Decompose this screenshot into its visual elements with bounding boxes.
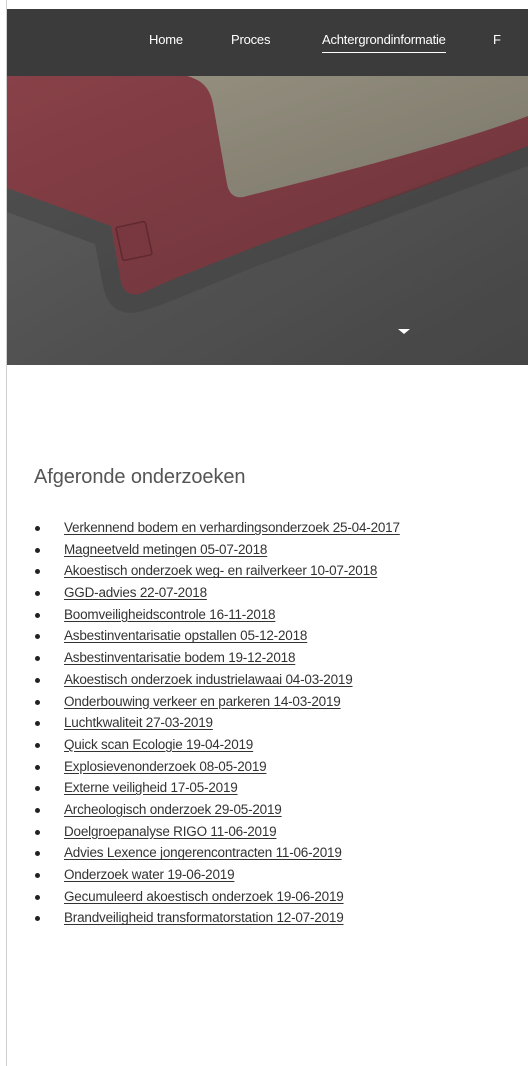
bullet-icon bbox=[35, 916, 40, 922]
report-link[interactable]: Externe veiligheid 17-05-2019 bbox=[64, 780, 238, 795]
nav-item-achtergrondinformatie[interactable]: Achtergrondinformatie bbox=[322, 32, 446, 53]
list-item: Magneetveld metingen 05-07-2018 bbox=[32, 539, 400, 561]
section-title: Afgeronde onderzoeken bbox=[34, 466, 246, 488]
bullet-icon bbox=[35, 591, 40, 597]
report-link[interactable]: Magneetveld metingen 05-07-2018 bbox=[64, 542, 267, 557]
bullet-icon bbox=[35, 699, 40, 705]
report-link[interactable]: Explosievenonderzoek 08-05-2019 bbox=[64, 759, 267, 774]
bullet-icon bbox=[35, 742, 40, 748]
report-link[interactable]: GGD-advies 22-07-2018 bbox=[64, 585, 207, 600]
report-link[interactable]: Akoestisch onderzoek industrielawaai 04-… bbox=[64, 672, 353, 687]
bullet-icon bbox=[35, 634, 40, 640]
bullet-icon bbox=[35, 526, 40, 531]
list-item: Verkennend bodem en verhardingsonderzoek… bbox=[32, 517, 400, 539]
report-link[interactable]: Doelgroepanalyse RIGO 11-06-2019 bbox=[64, 824, 277, 839]
bullet-icon bbox=[35, 569, 40, 575]
bullet-icon bbox=[35, 547, 40, 553]
bullet-icon bbox=[35, 786, 40, 792]
list-item: Akoestisch onderzoek industrielawaai 04-… bbox=[32, 669, 400, 691]
hero-banner bbox=[7, 76, 528, 365]
list-item: Onderzoek water 19-06-2019 bbox=[32, 864, 400, 886]
report-link[interactable]: Akoestisch onderzoek weg- en railverkeer… bbox=[64, 563, 377, 578]
list-item: Asbestinventarisatie opstallen 05-12-201… bbox=[32, 625, 400, 647]
report-link[interactable]: Gecumuleerd akoestisch onderzoek 19-06-2… bbox=[64, 889, 344, 904]
report-link[interactable]: Archeologisch onderzoek 29-05-2019 bbox=[64, 802, 282, 817]
bullet-icon bbox=[35, 721, 40, 727]
list-item: Asbestinventarisatie bodem 19-12-2018 bbox=[32, 647, 400, 669]
nav-item-proces[interactable]: Proces bbox=[231, 32, 270, 47]
list-item: Quick scan Ecologie 19-04-2019 bbox=[32, 734, 400, 756]
list-item: Advies Lexence jongerencontracten 11-06-… bbox=[32, 842, 400, 864]
bullet-icon bbox=[35, 807, 40, 813]
bullet-icon bbox=[35, 656, 40, 662]
report-link[interactable]: Luchtkwaliteit 27-03-2019 bbox=[64, 715, 213, 730]
hero-image bbox=[7, 76, 528, 365]
list-item: Explosievenonderzoek 08-05-2019 bbox=[32, 756, 400, 778]
report-link[interactable]: Brandveiligheid transformatorstation 12-… bbox=[64, 910, 344, 925]
report-link[interactable]: Asbestinventarisatie bodem 19-12-2018 bbox=[64, 650, 295, 665]
bullet-icon bbox=[35, 829, 40, 835]
list-item: Externe veiligheid 17-05-2019 bbox=[32, 777, 400, 799]
report-link[interactable]: Boomveiligheidscontrole 16-11-2018 bbox=[64, 607, 276, 622]
list-item: GGD-advies 22-07-2018 bbox=[32, 582, 400, 604]
list-item: Gecumuleerd akoestisch onderzoek 19-06-2… bbox=[32, 886, 400, 908]
nav-item-home[interactable]: Home bbox=[149, 32, 183, 47]
bullet-icon bbox=[35, 612, 40, 618]
report-link[interactable]: Onderzoek water 19-06-2019 bbox=[64, 867, 235, 882]
list-item: Archeologisch onderzoek 29-05-2019 bbox=[32, 799, 400, 821]
list-item: Boomveiligheidscontrole 16-11-2018 bbox=[32, 604, 400, 626]
top-navigation: Home Proces Achtergrondinformatie F bbox=[7, 9, 528, 76]
bullet-icon bbox=[35, 764, 40, 770]
list-item: Doelgroepanalyse RIGO 11-06-2019 bbox=[32, 821, 400, 843]
report-link[interactable]: Onderbouwing verkeer en parkeren 14-03-2… bbox=[64, 694, 341, 709]
report-link[interactable]: Asbestinventarisatie opstallen 05-12-201… bbox=[64, 628, 307, 643]
chevron-down-icon[interactable] bbox=[398, 329, 410, 334]
bullet-icon bbox=[35, 677, 40, 683]
report-link[interactable]: Advies Lexence jongerencontracten 11-06-… bbox=[64, 845, 342, 860]
report-link[interactable]: Verkennend bodem en verhardingsonderzoek… bbox=[64, 520, 400, 535]
bullet-icon bbox=[35, 851, 40, 857]
list-item: Akoestisch onderzoek weg- en railverkeer… bbox=[32, 560, 400, 582]
list-item: Luchtkwaliteit 27-03-2019 bbox=[32, 712, 400, 734]
report-list: Verkennend bodem en verhardingsonderzoek… bbox=[32, 517, 400, 929]
report-link[interactable]: Quick scan Ecologie 19-04-2019 bbox=[64, 737, 253, 752]
list-item: Onderbouwing verkeer en parkeren 14-03-2… bbox=[32, 691, 400, 713]
nav-item-truncated[interactable]: F bbox=[493, 32, 501, 47]
bullet-icon bbox=[35, 894, 40, 900]
list-item: Brandveiligheid transformatorstation 12-… bbox=[32, 907, 400, 929]
bullet-icon bbox=[35, 873, 40, 878]
